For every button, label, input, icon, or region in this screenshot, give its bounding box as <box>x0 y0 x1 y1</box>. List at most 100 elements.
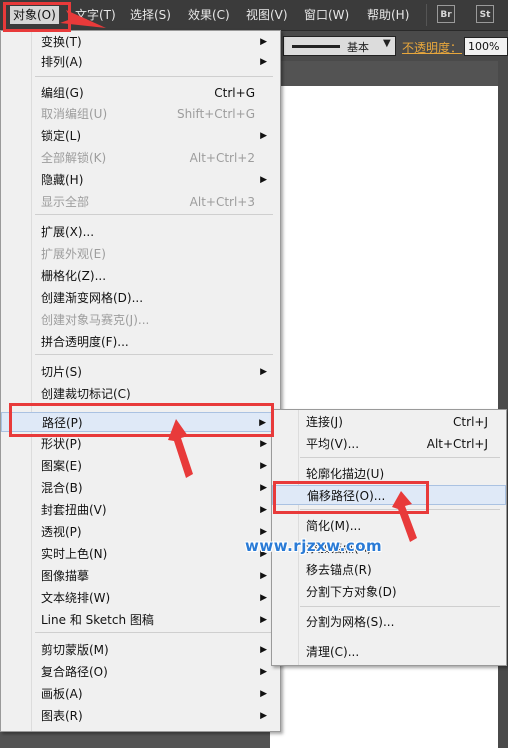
chevron-right-icon: ▶ <box>260 483 267 493</box>
chevron-right-icon: ▶ <box>260 461 267 471</box>
menu-separator <box>35 214 273 215</box>
object-menu-item-label: 创建对象马赛克(J)... <box>41 313 150 327</box>
object-menu-item[interactable]: 拼合透明度(F)... <box>1 332 280 352</box>
menu-effect[interactable]: 效果(C) <box>185 6 233 24</box>
object-menu-item: 取消编组(U) Shift+Ctrl+G <box>1 104 280 124</box>
menu-bar: 对象(O) 文字(T) 选择(S) 效果(C) 视图(V) 窗口(W) 帮助(H… <box>0 0 508 31</box>
stroke-style-dropdown[interactable]: 基本 ▼ <box>283 36 396 56</box>
chevron-right-icon: ▶ <box>260 615 267 625</box>
object-menu-item-label: 透视(P) <box>41 525 82 539</box>
object-menu-item[interactable]: 图案(E) ▶ <box>1 456 280 476</box>
object-menu-item[interactable]: 形状(P) ▶ <box>1 434 280 454</box>
path-submenu-item-shortcut: Alt+Ctrl+J <box>426 437 488 451</box>
object-menu-item[interactable]: 文本绕排(W) ▶ <box>1 588 280 608</box>
object-menu: 变换(T) ▶ 排列(A) ▶ 编组(G) Ctrl+G 取消编组(U) Shift+Ctrl… <box>0 30 281 732</box>
object-menu-item-label: 图案(E) <box>41 459 82 473</box>
stock-icon[interactable]: St <box>476 5 494 23</box>
object-menu-item[interactable]: Line 和 Sketch 图稿 ▶ <box>1 610 280 630</box>
object-menu-item[interactable]: 锁定(L) ▶ <box>1 126 280 146</box>
object-menu-item-label: 封套扭曲(V) <box>41 503 107 517</box>
object-menu-item-label: 画板(A) <box>41 687 83 701</box>
menubar-divider <box>426 4 427 26</box>
menu-separator <box>300 606 500 607</box>
object-menu-item-label: 实时上色(N) <box>41 547 108 561</box>
chevron-down-icon: ▼ <box>383 38 391 49</box>
menu-type[interactable]: 文字(T) <box>72 6 119 24</box>
opacity-input[interactable]: 100% <box>464 37 508 56</box>
path-submenu-item[interactable]: 分割下方对象(D) <box>272 582 506 602</box>
object-menu-item[interactable]: 复合路径(O) ▶ <box>1 662 280 682</box>
object-menu-item: 创建对象马赛克(J)... <box>1 310 280 330</box>
menu-help[interactable]: 帮助(H) <box>364 6 412 24</box>
object-menu-item[interactable]: 图像描摹 ▶ <box>1 566 280 586</box>
chevron-right-icon: ▶ <box>260 689 267 699</box>
object-menu-item[interactable]: 画板(A) ▶ <box>1 684 280 704</box>
opacity-label[interactable]: 不透明度： <box>402 39 462 56</box>
object-menu-item[interactable]: 扩展(X)... <box>1 222 280 242</box>
object-menu-item-label: 剪切蒙版(M) <box>41 643 109 657</box>
object-menu-item-label: 全部解锁(K) <box>41 151 107 165</box>
object-menu-item[interactable]: 图表(R) ▶ <box>1 706 280 726</box>
menu-separator <box>300 457 500 458</box>
object-menu-item-label: 图表(R) <box>41 709 83 723</box>
path-submenu-item[interactable]: 清理(C)... <box>272 642 506 662</box>
chevron-right-icon: ▶ <box>260 645 267 655</box>
object-menu-item[interactable]: 剪切蒙版(M) ▶ <box>1 640 280 660</box>
path-submenu-item-label: 分割下方对象(D) <box>306 585 397 599</box>
object-menu-item[interactable]: 创建裁切标记(C) <box>1 384 280 404</box>
menu-separator <box>35 354 273 355</box>
menu-view[interactable]: 视图(V) <box>243 6 291 24</box>
object-menu-item-label: 扩展(X)... <box>41 225 95 239</box>
path-submenu-item-label: 连接(J) <box>306 415 343 429</box>
chevron-right-icon: ▶ <box>260 571 267 581</box>
path-submenu-item[interactable]: 连接(J) Ctrl+J <box>272 412 506 432</box>
chevron-right-icon: ▶ <box>260 131 267 141</box>
object-menu-item-label: 切片(S) <box>41 365 82 379</box>
object-menu-item[interactable]: 排列(A) ▶ <box>1 52 280 72</box>
bridge-icon[interactable]: Br <box>437 5 455 23</box>
object-menu-item[interactable]: 栅格化(Z)... <box>1 266 280 286</box>
path-submenu-item-shortcut: Ctrl+J <box>453 415 488 429</box>
chevron-right-icon: ▶ <box>260 37 267 47</box>
path-submenu-item-label: 简化(M)... <box>306 519 362 533</box>
object-menu-item[interactable]: 编组(G) Ctrl+G <box>1 83 280 103</box>
object-menu-item-label: 锁定(L) <box>41 129 82 143</box>
path-submenu-item-label: 平均(V)... <box>306 437 360 451</box>
menu-select[interactable]: 选择(S) <box>127 6 174 24</box>
object-menu-item: 扩展外观(E) <box>1 244 280 264</box>
object-menu-item[interactable]: 创建渐变网格(D)... <box>1 288 280 308</box>
object-menu-item-label: 创建裁切标记(C) <box>41 387 131 401</box>
annotation-box-path-item <box>9 403 274 437</box>
object-menu-item-label: 变换(T) <box>41 35 82 49</box>
path-submenu-item-label: 清理(C)... <box>306 645 360 659</box>
object-menu-item[interactable]: 封套扭曲(V) ▶ <box>1 500 280 520</box>
object-menu-item-shortcut: Shift+Ctrl+G <box>176 107 255 121</box>
object-menu-item[interactable]: 实时上色(N) ▶ <box>1 544 280 564</box>
object-menu-item[interactable]: 混合(B) ▶ <box>1 478 280 498</box>
object-menu-item-label: 混合(B) <box>41 481 83 495</box>
object-menu-item-label: 创建渐变网格(D)... <box>41 291 144 305</box>
object-menu-item-label: 扩展外观(E) <box>41 247 106 261</box>
path-submenu-item[interactable]: 移去锚点(R) <box>272 560 506 580</box>
object-menu-item[interactable]: 切片(S) ▶ <box>1 362 280 382</box>
object-menu-item-label: 拼合透明度(F)... <box>41 335 129 349</box>
object-menu-item: 显示全部 Alt+Ctrl+3 <box>1 192 280 212</box>
path-submenu-item[interactable]: 简化(M)... <box>272 516 506 536</box>
object-menu-item[interactable]: 变换(T) ▶ <box>1 32 280 52</box>
object-menu-item-shortcut: Alt+Ctrl+3 <box>189 195 255 209</box>
path-submenu-item[interactable]: 分割为网格(S)... <box>272 612 506 632</box>
path-submenu-item[interactable]: 平均(V)... Alt+Ctrl+J <box>272 434 506 454</box>
menu-window[interactable]: 窗口(W) <box>301 6 352 24</box>
object-menu-item-label: 复合路径(O) <box>41 665 108 679</box>
object-menu-item-label: 显示全部 <box>41 195 90 209</box>
watermark-text: www.rjzxw.com <box>245 537 383 555</box>
chevron-right-icon: ▶ <box>260 505 267 515</box>
object-menu-item[interactable]: 透视(P) ▶ <box>1 522 280 542</box>
object-menu-item-label: 图像描摹 <box>41 569 90 583</box>
object-menu-item[interactable]: 隐藏(H) ▶ <box>1 170 280 190</box>
annotation-box-offset-path <box>273 481 429 514</box>
object-menu-item-label: 文本绕排(W) <box>41 591 111 605</box>
path-submenu-item-label: 分割为网格(S)... <box>306 615 395 629</box>
chevron-right-icon: ▶ <box>260 711 267 721</box>
chevron-right-icon: ▶ <box>260 175 267 185</box>
